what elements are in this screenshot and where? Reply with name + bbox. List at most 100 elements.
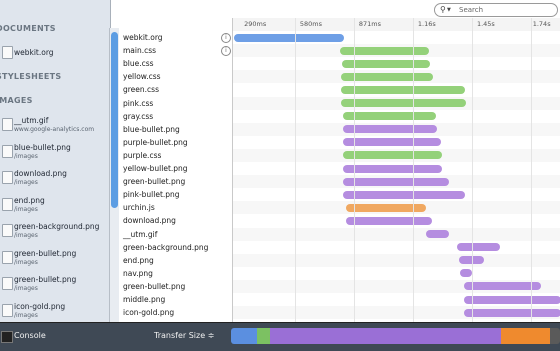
resource-row-name[interactable]: download.png xyxy=(123,214,231,227)
timeline-bar-document[interactable] xyxy=(233,33,344,42)
timeline-gridline xyxy=(472,18,474,322)
strip-segment-stylesheet xyxy=(257,328,271,344)
timeline-row xyxy=(233,266,560,280)
timeline-bar-stylesheet[interactable] xyxy=(343,151,442,160)
resource-row-name[interactable]: main.css xyxy=(123,44,231,57)
timeline-bar-stylesheet[interactable] xyxy=(339,46,430,55)
timeline-bar-image[interactable] xyxy=(343,164,442,173)
timeline-row xyxy=(233,227,560,241)
timeline-gridline xyxy=(531,18,533,322)
sidebar-image-item[interactable]: download.png/images xyxy=(0,169,110,193)
section-header-documents: DOCUMENTS xyxy=(0,24,56,33)
resource-names-column: webkit.org i main.css i blue.css yellow.css gr… xyxy=(119,0,232,322)
sidebar-item-sublabel: /images xyxy=(14,311,38,319)
sidebar-item-label: end.png xyxy=(14,195,45,205)
resource-row-name[interactable]: pink.css xyxy=(123,97,231,110)
search-input[interactable]: Search xyxy=(459,4,483,16)
magnifier-icon: ⚲ xyxy=(440,5,446,14)
resource-row-name[interactable]: nav.png xyxy=(123,267,231,280)
strip-segment-image xyxy=(270,328,501,344)
timeline-row xyxy=(233,240,560,254)
strip-segment-document xyxy=(231,328,258,344)
resource-row-name[interactable]: end.png xyxy=(123,254,231,267)
document-icon xyxy=(2,46,13,59)
sidebar-image-item[interactable]: end.png/images xyxy=(0,196,110,220)
timeline-bar-image[interactable] xyxy=(343,177,449,186)
sidebar-item-label: green-background.png xyxy=(14,222,100,231)
timeline-bar-image[interactable] xyxy=(343,125,437,134)
resource-row-name[interactable]: __utm.gif xyxy=(123,228,231,241)
sidebar-item-label: __utm.gif xyxy=(14,116,49,125)
sidebar-image-item[interactable]: icon-gold.png/images xyxy=(0,302,110,323)
resource-row-name[interactable]: green-bullet.png xyxy=(123,280,231,293)
sidebar-item-webkit-org[interactable]: webkit.org xyxy=(0,46,110,60)
sidebar-item-sublabel: /images xyxy=(14,285,38,292)
image-file-icon xyxy=(2,303,13,317)
image-file-icon xyxy=(2,277,13,290)
sidebar-scroll-thumb[interactable] xyxy=(111,32,118,208)
timeline-bar-image[interactable] xyxy=(457,243,500,252)
sidebar-item-sublabel: www.google-analytics.com xyxy=(14,126,95,133)
resource-row-name[interactable]: green-background.png xyxy=(123,241,231,254)
transfer-size-strip xyxy=(231,328,560,344)
timeline-gridline xyxy=(354,18,356,322)
resource-row-name[interactable]: yellow.css xyxy=(123,70,231,83)
sidebar-item-sublabel: /images xyxy=(14,232,38,239)
timeline-bar-image[interactable] xyxy=(463,295,560,304)
strip-segment-script xyxy=(500,328,551,344)
image-file-icon xyxy=(2,197,13,211)
timeline-bar-stylesheet[interactable] xyxy=(340,85,466,94)
sidebar-image-item[interactable]: blue-bullet.png/images xyxy=(0,143,110,167)
image-file-icon xyxy=(2,224,13,237)
sidebar-item-sublabel: /images xyxy=(14,152,38,160)
image-file-icon xyxy=(2,250,13,264)
timeline-bar-image[interactable] xyxy=(464,308,560,317)
sidebar-item-sublabel: /images xyxy=(14,258,38,266)
timeline-bar-image[interactable] xyxy=(343,190,465,199)
resource-row-name[interactable]: purple.css xyxy=(123,149,231,162)
timeline-bar-image[interactable] xyxy=(463,282,541,291)
timeline-bar-image[interactable] xyxy=(426,230,450,238)
sidebar-item-sublabel: /images xyxy=(14,205,38,213)
resource-row-name[interactable]: icon-gold.png xyxy=(123,306,231,319)
section-header-stylesheets: STYLESHEETS xyxy=(0,72,62,81)
resource-row-name[interactable]: blue-bullet.png xyxy=(123,123,231,136)
resource-row-name[interactable]: blue.css xyxy=(123,57,231,70)
resource-row-name[interactable]: webkit.org xyxy=(123,31,231,44)
sidebar-image-item[interactable]: green-background.png/images xyxy=(0,222,110,246)
sidebar-image-item[interactable]: __utm.gif www.google-analytics.com xyxy=(0,116,110,140)
status-bar: Console Transfer Size ≑ xyxy=(0,322,560,351)
timeline-bar-image[interactable] xyxy=(342,138,441,147)
image-file-icon xyxy=(2,171,13,184)
resource-row-name[interactable]: green-bullet.png xyxy=(123,175,231,188)
console-button[interactable]: Console xyxy=(14,331,46,340)
sidebar-image-item[interactable]: green-bullet.png/images xyxy=(0,275,110,299)
sidebar-item-label: icon-gold.png xyxy=(14,301,66,311)
strip-segment-other xyxy=(550,328,560,344)
timeline-row xyxy=(233,253,560,267)
timeline-bar-image[interactable] xyxy=(345,216,433,225)
timeline-bar-stylesheet[interactable] xyxy=(340,99,466,107)
timeline-gridline xyxy=(413,18,415,322)
resource-row-name[interactable]: middle.png xyxy=(123,293,231,306)
timeline-bar-stylesheet[interactable] xyxy=(342,112,437,121)
resource-row-name[interactable]: urchin.js xyxy=(123,201,231,214)
sidebar-image-item[interactable]: green-bullet.png/images xyxy=(0,249,110,273)
search-field[interactable]: ⚲ ▼ Search xyxy=(434,3,558,17)
sidebar-item-label: green-bullet.png xyxy=(14,248,77,258)
resource-row-name[interactable]: green.css xyxy=(123,83,231,96)
resource-row-name[interactable]: yellow-bullet.png xyxy=(123,162,231,175)
resource-row-name[interactable]: gray.css xyxy=(123,110,231,123)
timeline-gridline xyxy=(295,18,297,322)
resource-row-name[interactable]: purple-bullet.png xyxy=(123,136,231,149)
resources-sidebar: DOCUMENTS webkit.org STYLESHEETS IMAGES … xyxy=(0,0,111,322)
metric-selector[interactable]: Transfer Size ≑ xyxy=(154,331,214,340)
console-icon[interactable] xyxy=(1,331,13,343)
image-file-icon xyxy=(2,144,13,158)
sidebar-item-label: webkit.org xyxy=(14,48,54,57)
search-menu-arrow-icon: ▼ xyxy=(447,7,451,13)
sidebar-scrollbar[interactable] xyxy=(109,28,119,322)
info-icon[interactable]: i xyxy=(221,33,231,43)
sidebar-item-label: blue-bullet.png xyxy=(14,142,71,152)
resource-row-name[interactable]: pink-bullet.png xyxy=(123,188,231,201)
